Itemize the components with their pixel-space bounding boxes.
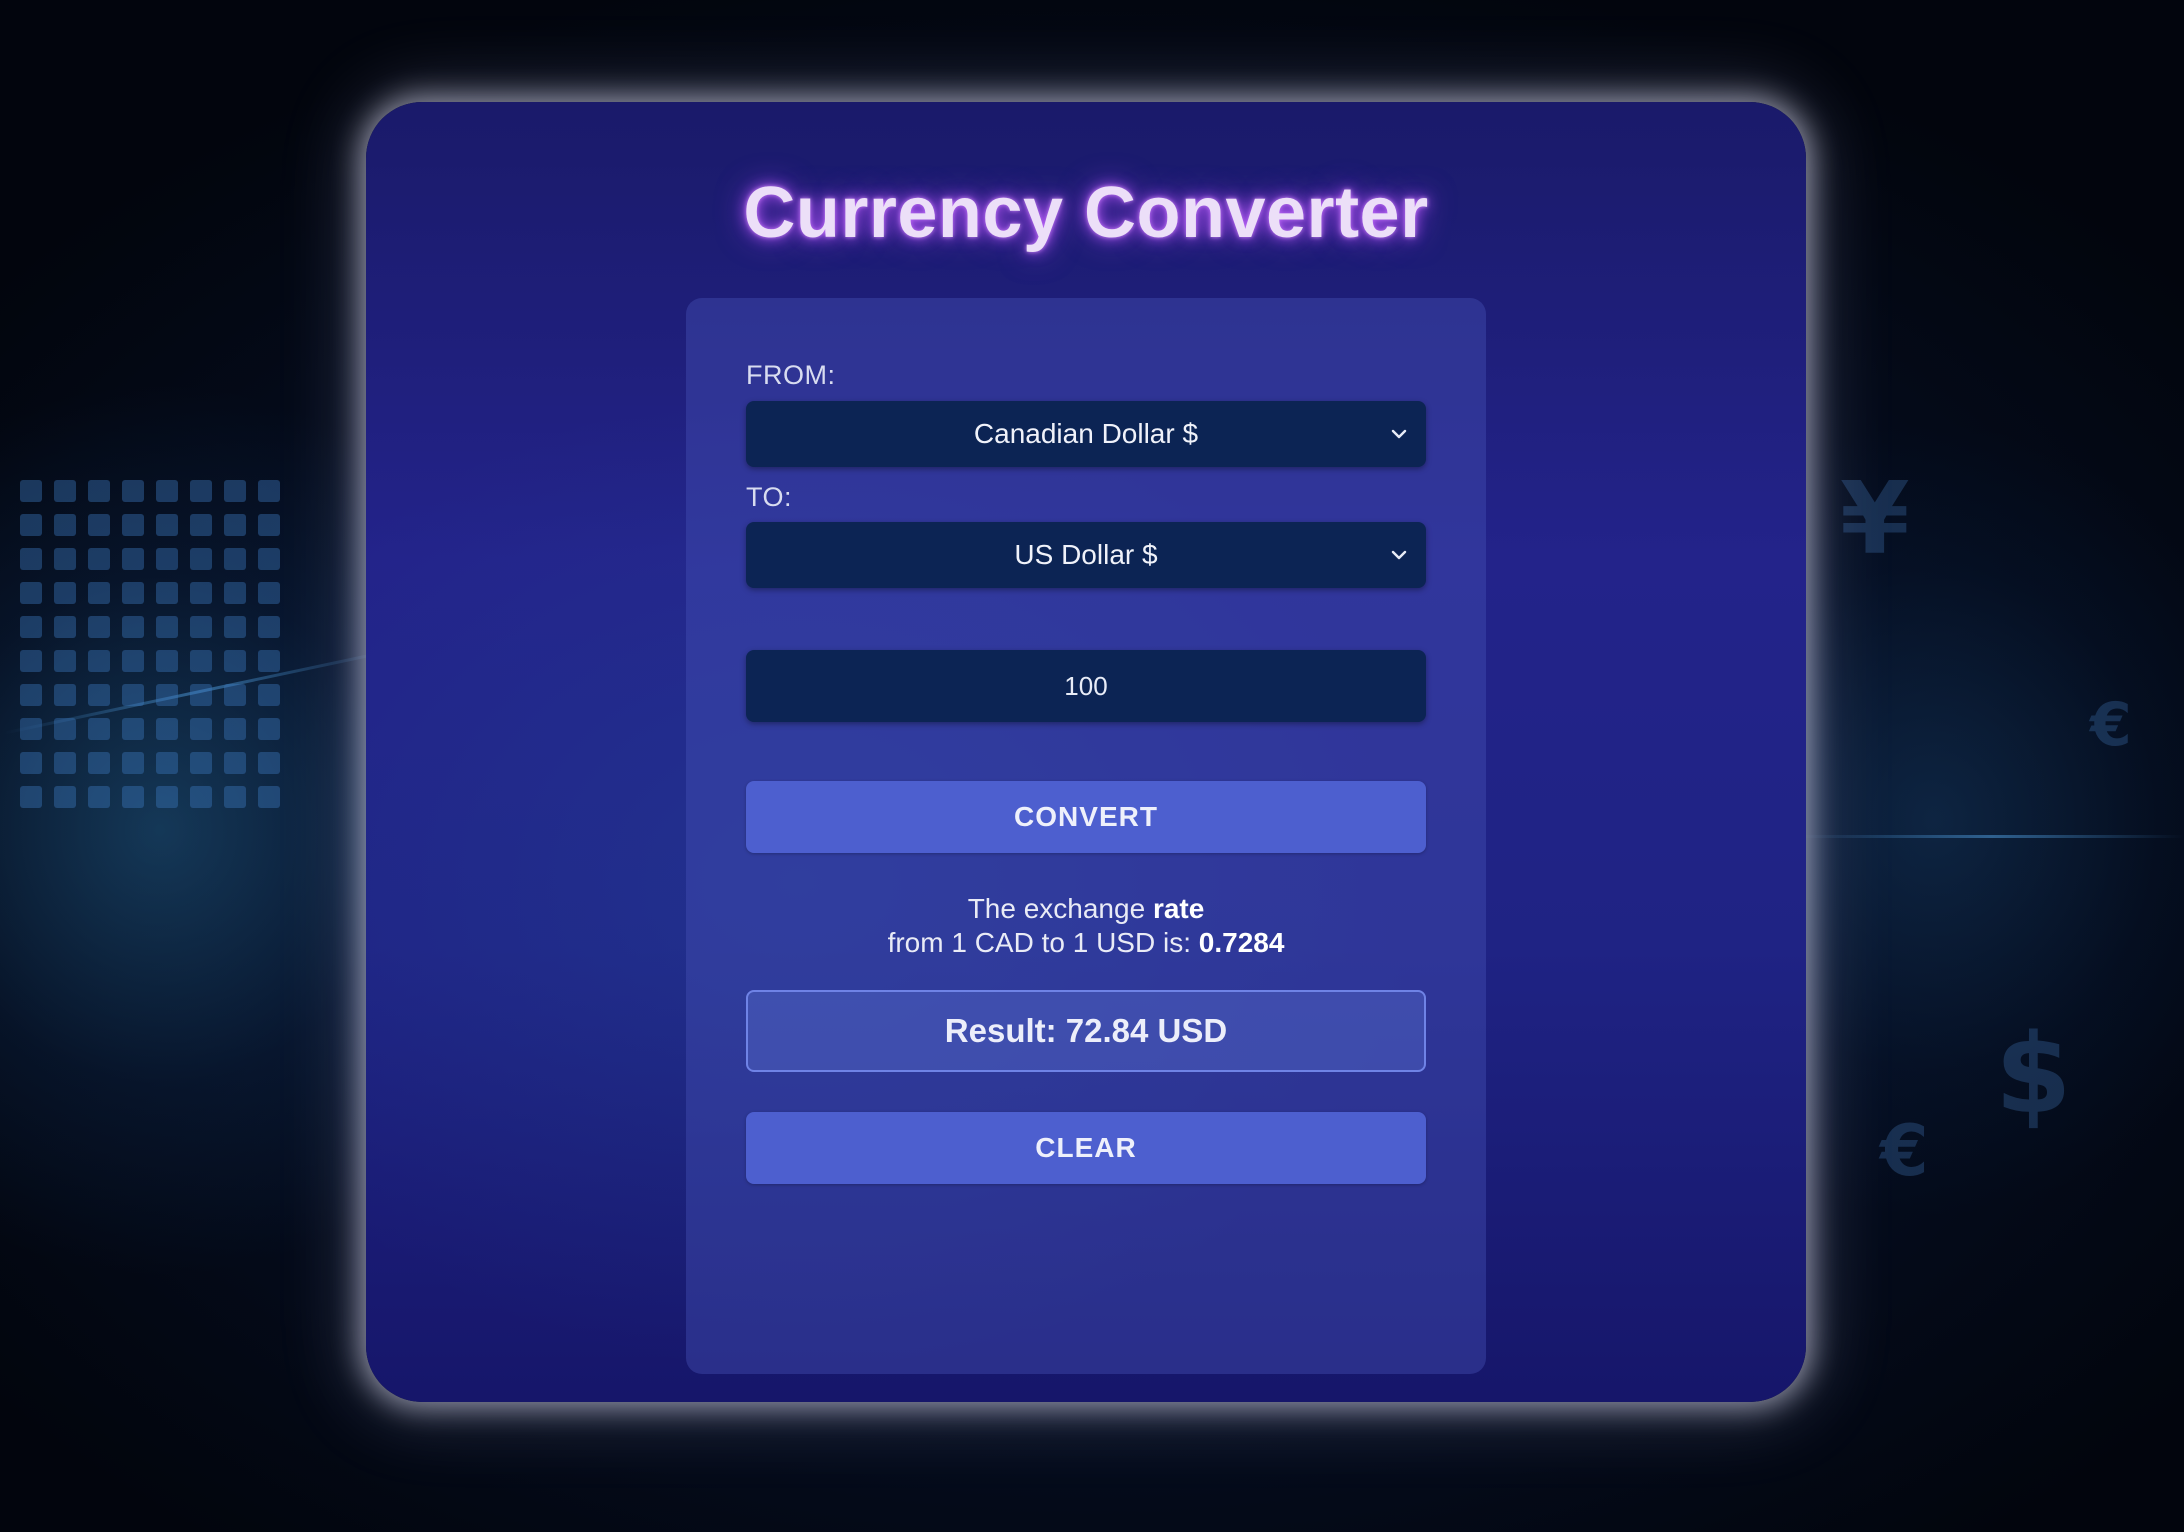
convert-button[interactable]: CONVERT <box>746 781 1426 853</box>
to-currency-select[interactable]: US Dollar $ <box>746 522 1426 588</box>
app-title: Currency Converter <box>743 173 1429 253</box>
exchange-rate-line-1: The exchange rate <box>746 892 1426 926</box>
converter-form-panel: FROM: Canadian Dollar $ TO: US Dollar $ … <box>686 298 1486 1374</box>
background-line <box>1800 835 2184 838</box>
background-pixel-grid <box>20 480 280 808</box>
amount-input[interactable] <box>746 650 1426 722</box>
exchange-rate-value: 0.7284 <box>1198 927 1285 958</box>
to-currency-value: US Dollar $ <box>1014 539 1158 570</box>
from-currency-select[interactable]: Canadian Dollar $ <box>746 401 1426 467</box>
background-dollar-symbol: $ <box>1995 1010 2072 1138</box>
background-euro-symbol: € <box>1880 1110 1929 1192</box>
background-euro-symbol: € <box>2090 690 2132 760</box>
exchange-rate-line-2: from 1 CAD to 1 USD is: 0.7284 <box>746 926 1426 960</box>
result-display: Result: 72.84 USD <box>746 990 1426 1072</box>
converter-card: Currency Converter FROM: Canadian Dollar… <box>366 102 1806 1402</box>
chevron-down-icon <box>1391 429 1407 439</box>
from-label: FROM: <box>746 360 836 390</box>
to-label: TO: <box>746 482 793 512</box>
exchange-rate-keyword: rate <box>1152 893 1205 924</box>
from-currency-value: Canadian Dollar $ <box>973 418 1199 449</box>
exchange-rate-text: The exchange rate from 1 CAD to 1 USD is… <box>746 892 1426 960</box>
exchange-rate-prefix: The exchange <box>967 893 1153 924</box>
background-yen-symbol: ¥ <box>1840 460 1910 577</box>
exchange-rate-description: from 1 CAD to 1 USD is: <box>887 927 1199 958</box>
background-line <box>4 648 396 735</box>
chevron-down-icon <box>1391 550 1407 560</box>
clear-button[interactable]: CLEAR <box>746 1112 1426 1184</box>
